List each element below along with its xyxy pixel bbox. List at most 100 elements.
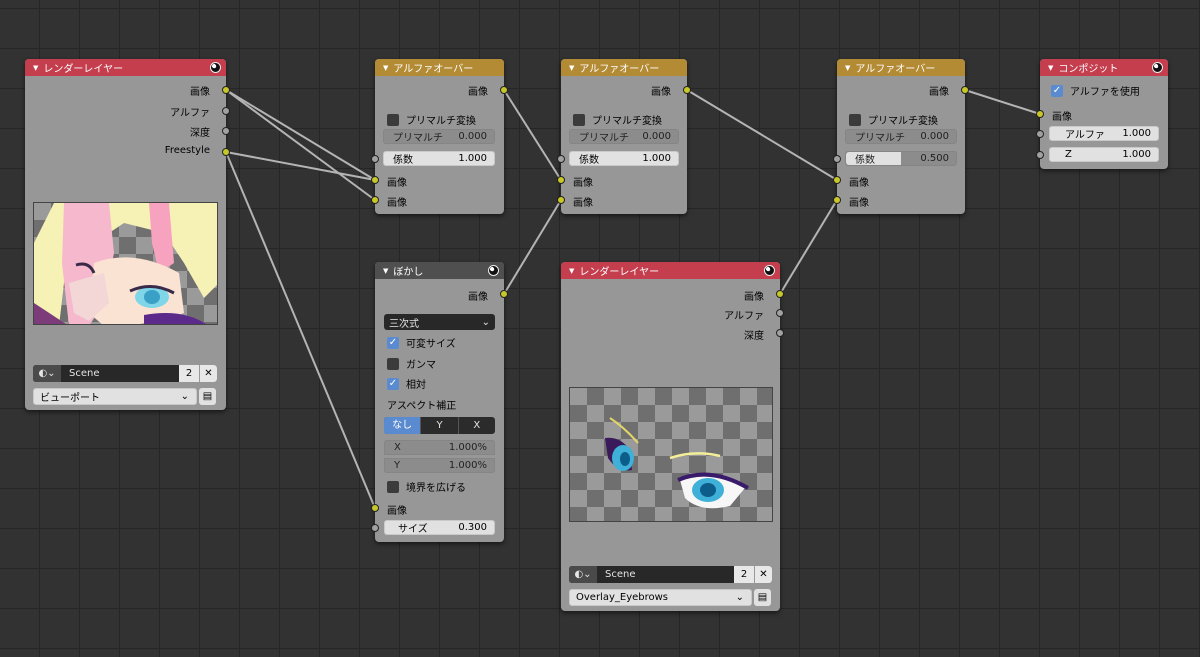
- socket-output-image[interactable]: [961, 86, 969, 94]
- socket-input-image[interactable]: [371, 504, 379, 512]
- socket-input-image-1[interactable]: [557, 176, 565, 184]
- link-rl1-freestyle-blur: [225, 151, 376, 509]
- node-header[interactable]: ▼ アルファオーバー: [561, 59, 687, 76]
- scene-name[interactable]: Scene: [597, 569, 734, 580]
- close-icon[interactable]: ✕: [754, 566, 772, 583]
- layer-dropdown[interactable]: Overlay_Eyebrows ⌄: [569, 589, 752, 606]
- socket-output-alpha[interactable]: [776, 309, 784, 317]
- socket-output-freestyle[interactable]: [222, 148, 230, 156]
- node-header[interactable]: ▼ アルファオーバー: [837, 59, 965, 76]
- close-icon[interactable]: ✕: [199, 365, 217, 382]
- socket-input-image-1[interactable]: [371, 176, 379, 184]
- factor-slider[interactable]: 係数 0.500: [845, 151, 957, 166]
- socket-output-image[interactable]: [222, 86, 230, 94]
- checkbox-box[interactable]: [387, 113, 399, 126]
- collapse-triangle-icon[interactable]: ▼: [1048, 64, 1053, 72]
- factor-field[interactable]: 係数 1.000: [383, 151, 495, 166]
- collapse-triangle-icon[interactable]: ▼: [569, 267, 574, 275]
- premultiply-field[interactable]: プリマルチ 0.000: [845, 129, 957, 144]
- socket-input-factor[interactable]: [833, 155, 841, 163]
- node-header[interactable]: ▼ ぼかし: [375, 262, 504, 279]
- node-header[interactable]: ▼ アルファオーバー: [375, 59, 504, 76]
- blur-node[interactable]: ▼ ぼかし 画像 三次式 ⌄ ✓ 可変サイズ ガンマ ✓ 相対 アスペクト補正 …: [371, 262, 508, 542]
- socket-output-alpha[interactable]: [222, 107, 230, 115]
- collapse-triangle-icon[interactable]: ▼: [383, 267, 388, 275]
- node-header[interactable]: ▼ コンポジット: [1040, 59, 1168, 76]
- collapse-triangle-icon[interactable]: ▼: [845, 64, 850, 72]
- composite-node[interactable]: ▼ コンポジット ✓ アルファを使用 画像 アルファ 1.000 Z 1.000: [1036, 59, 1168, 169]
- premultiply-convert-checkbox[interactable]: プリマルチ変換: [849, 112, 938, 127]
- chevron-down-icon: ⌄: [481, 316, 490, 328]
- socket-output-image[interactable]: [500, 290, 508, 298]
- field-value: 0.500: [920, 153, 949, 164]
- checkbox-box[interactable]: [849, 113, 861, 126]
- alpha-over-node-1[interactable]: ▼ アルファオーバー 画像 プリマルチ変換 プリマルチ 0.000 係数 1.0…: [371, 59, 508, 214]
- checkbox-checked-icon[interactable]: ✓: [1051, 84, 1063, 97]
- scene-type-icon[interactable]: ◐⌄: [33, 365, 61, 382]
- checkbox-checked-icon[interactable]: ✓: [387, 336, 399, 349]
- checkbox-checked-icon[interactable]: ✓: [387, 377, 399, 390]
- socket-input-image-2[interactable]: [833, 196, 841, 204]
- socket-input-alpha[interactable]: [1036, 130, 1044, 138]
- socket-input-image-2[interactable]: [371, 196, 379, 204]
- socket-input-image[interactable]: [1036, 110, 1044, 118]
- link-rl1-image-ao1b: [225, 89, 376, 201]
- collapse-triangle-icon[interactable]: ▼: [383, 64, 388, 72]
- socket-output-image[interactable]: [683, 86, 691, 94]
- socket-output-depth[interactable]: [222, 127, 230, 135]
- layer-dropdown[interactable]: ビューポート ⌄: [33, 388, 197, 405]
- render-layer-node-1[interactable]: ▼ レンダーレイヤー 画像 アルファ 深度 Freestyle ◐⌄ Scene…: [25, 59, 230, 410]
- alpha-over-node-3[interactable]: ▼ アルファオーバー 画像 プリマルチ変換 プリマルチ 0.000 係数 0.5…: [833, 59, 969, 214]
- render-layer-node-2[interactable]: ▼ レンダーレイヤー 画像 アルファ 深度 ◐⌄ Scene 2 ✕ Overl…: [561, 262, 784, 611]
- y-field[interactable]: Y 1.000%: [384, 458, 495, 473]
- z-field[interactable]: Z 1.000: [1049, 147, 1159, 162]
- checkbox-box[interactable]: [387, 480, 399, 493]
- render-preview-image: [569, 387, 773, 522]
- filter-type-dropdown[interactable]: 三次式 ⌄: [384, 314, 495, 330]
- socket-output-image[interactable]: [776, 290, 784, 298]
- socket-input-image-2[interactable]: [557, 196, 565, 204]
- layer-name: ビューポート: [40, 393, 100, 404]
- premultiply-field[interactable]: プリマルチ 0.000: [383, 129, 495, 144]
- layer-type-icon[interactable]: ▤: [754, 589, 771, 606]
- layer-type-icon[interactable]: ▤: [199, 388, 216, 405]
- aspect-correction-label: アスペクト補正: [387, 401, 457, 412]
- extend-bounds-checkbox[interactable]: 境界を広げる: [387, 479, 466, 494]
- relative-checkbox[interactable]: ✓ 相対: [387, 376, 426, 391]
- aspect-option-y[interactable]: Y: [420, 417, 457, 434]
- aspect-correction-selector[interactable]: なし Y X: [384, 417, 495, 434]
- socket-input-z[interactable]: [1036, 151, 1044, 159]
- socket-input-image-1[interactable]: [833, 176, 841, 184]
- collapse-triangle-icon[interactable]: ▼: [569, 64, 574, 72]
- checkbox-box[interactable]: [573, 113, 585, 126]
- collapse-triangle-icon[interactable]: ▼: [33, 64, 38, 72]
- socket-input-factor[interactable]: [371, 155, 379, 163]
- aspect-option-none[interactable]: なし: [384, 417, 421, 434]
- premultiply-field[interactable]: プリマルチ 0.000: [569, 129, 679, 144]
- checkbox-box[interactable]: [387, 357, 399, 370]
- node-header[interactable]: ▼ レンダーレイヤー: [561, 262, 780, 279]
- socket-output-image[interactable]: [500, 86, 508, 94]
- socket-input-size[interactable]: [371, 524, 379, 532]
- size-field[interactable]: サイズ 0.300: [384, 520, 495, 535]
- alpha-over-node-2[interactable]: ▼ アルファオーバー 画像 プリマルチ変換 プリマルチ 0.000 係数 1.0…: [557, 59, 691, 214]
- chevron-down-icon: ⌄: [180, 391, 189, 402]
- aspect-option-x[interactable]: X: [457, 417, 495, 434]
- scene-type-icon[interactable]: ◐⌄: [569, 566, 597, 583]
- scene-selector[interactable]: ◐⌄ Scene 2 ✕: [569, 566, 772, 583]
- x-field[interactable]: X 1.000%: [384, 440, 495, 455]
- gamma-checkbox[interactable]: ガンマ: [387, 356, 436, 371]
- factor-field[interactable]: 係数 1.000: [569, 151, 679, 166]
- node-title: レンダーレイヤー: [43, 64, 124, 75]
- socket-input-factor[interactable]: [557, 155, 565, 163]
- premultiply-convert-checkbox[interactable]: プリマルチ変換: [387, 112, 476, 127]
- premultiply-convert-checkbox[interactable]: プリマルチ変換: [573, 112, 662, 127]
- alpha-field[interactable]: アルファ 1.000: [1049, 126, 1159, 141]
- scene-name[interactable]: Scene: [61, 368, 179, 379]
- link-ao3-composite: [964, 89, 1041, 115]
- node-header[interactable]: ▼ レンダーレイヤー: [25, 59, 226, 76]
- socket-output-depth[interactable]: [776, 329, 784, 337]
- scene-selector[interactable]: ◐⌄ Scene 2 ✕: [33, 365, 217, 382]
- use-alpha-checkbox[interactable]: ✓ アルファを使用: [1051, 83, 1140, 98]
- variable-size-checkbox[interactable]: ✓ 可変サイズ: [387, 335, 456, 350]
